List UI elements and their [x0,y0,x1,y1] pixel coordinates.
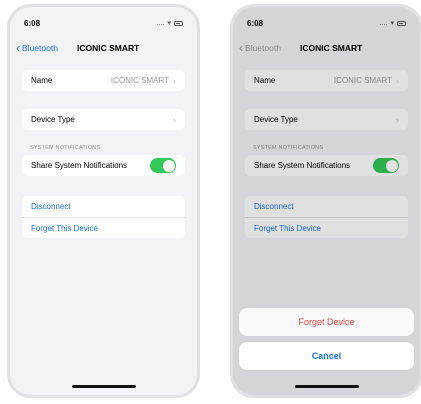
actions-group: Disconnect Forget This Device [22,196,185,238]
forget-device-button[interactable]: Forget This Device [22,217,185,238]
chevron-left-icon: ‹ [16,41,20,55]
forget-label: Forget This Device [31,223,98,233]
nav-bar: ‹ Bluetooth ICONIC SMART [10,41,197,59]
phone-right: 6:08 .... ▾ ‹ Bluetooth ICONIC SMART Nam… [230,4,421,398]
signal-icon: .... [156,19,165,27]
battery-icon [174,20,183,26]
back-label: Bluetooth [22,43,58,53]
share-notifications-toggle[interactable] [150,158,176,173]
device-type-label: Device Type [31,115,75,124]
share-label: Share System Notifications [31,161,128,170]
share-notifications-row: Share System Notifications [22,155,185,176]
device-type-group: Device Type › [22,109,185,130]
phone-left: 6:08 .... ▾ ‹ Bluetooth ICONIC SMART Nam… [7,4,200,398]
toggle-knob [162,159,175,172]
name-value-wrap: ICONIC SMART › [111,76,176,86]
device-type-row[interactable]: Device Type › [22,109,185,130]
wifi-icon: ▾ [167,20,171,27]
settings-screen: 6:08 .... ▾ ‹ Bluetooth ICONIC SMART Nam… [10,7,197,395]
home-indicator [294,385,359,388]
section-header: SYSTEM NOTIFICATIONS [30,145,101,151]
back-button[interactable]: ‹ Bluetooth [16,41,58,55]
name-value: ICONIC SMART [110,76,169,85]
home-indicator [71,385,136,388]
status-time: 6:08 [24,19,41,28]
disconnect-label: Disconnect [31,202,71,211]
status-icons: .... ▾ [157,19,183,27]
disconnect-button[interactable]: Disconnect [22,196,185,217]
cancel-button[interactable]: Cancel [239,342,414,370]
notifications-group: Share System Notifications [22,155,185,176]
name-row[interactable]: Name ICONIC SMART › [22,70,185,91]
cancel-label: Cancel [311,351,342,361]
action-sheet: Forget Device Cancel [239,308,414,395]
settings-screen-dimmed: 6:08 .... ▾ ‹ Bluetooth ICONIC SMART Nam… [233,7,420,395]
device-type-value-wrap: › [173,115,176,125]
name-group: Name ICONIC SMART › [22,70,185,91]
confirm-forget-button[interactable]: Forget Device [239,308,414,336]
page-title: ICONIC SMART [77,43,140,53]
name-label: Name [31,76,53,85]
chevron-right-icon: › [173,114,176,125]
chevron-right-icon: › [173,75,176,86]
confirm-forget-label: Forget Device [298,317,355,327]
status-bar: 6:08 .... ▾ [10,19,197,31]
